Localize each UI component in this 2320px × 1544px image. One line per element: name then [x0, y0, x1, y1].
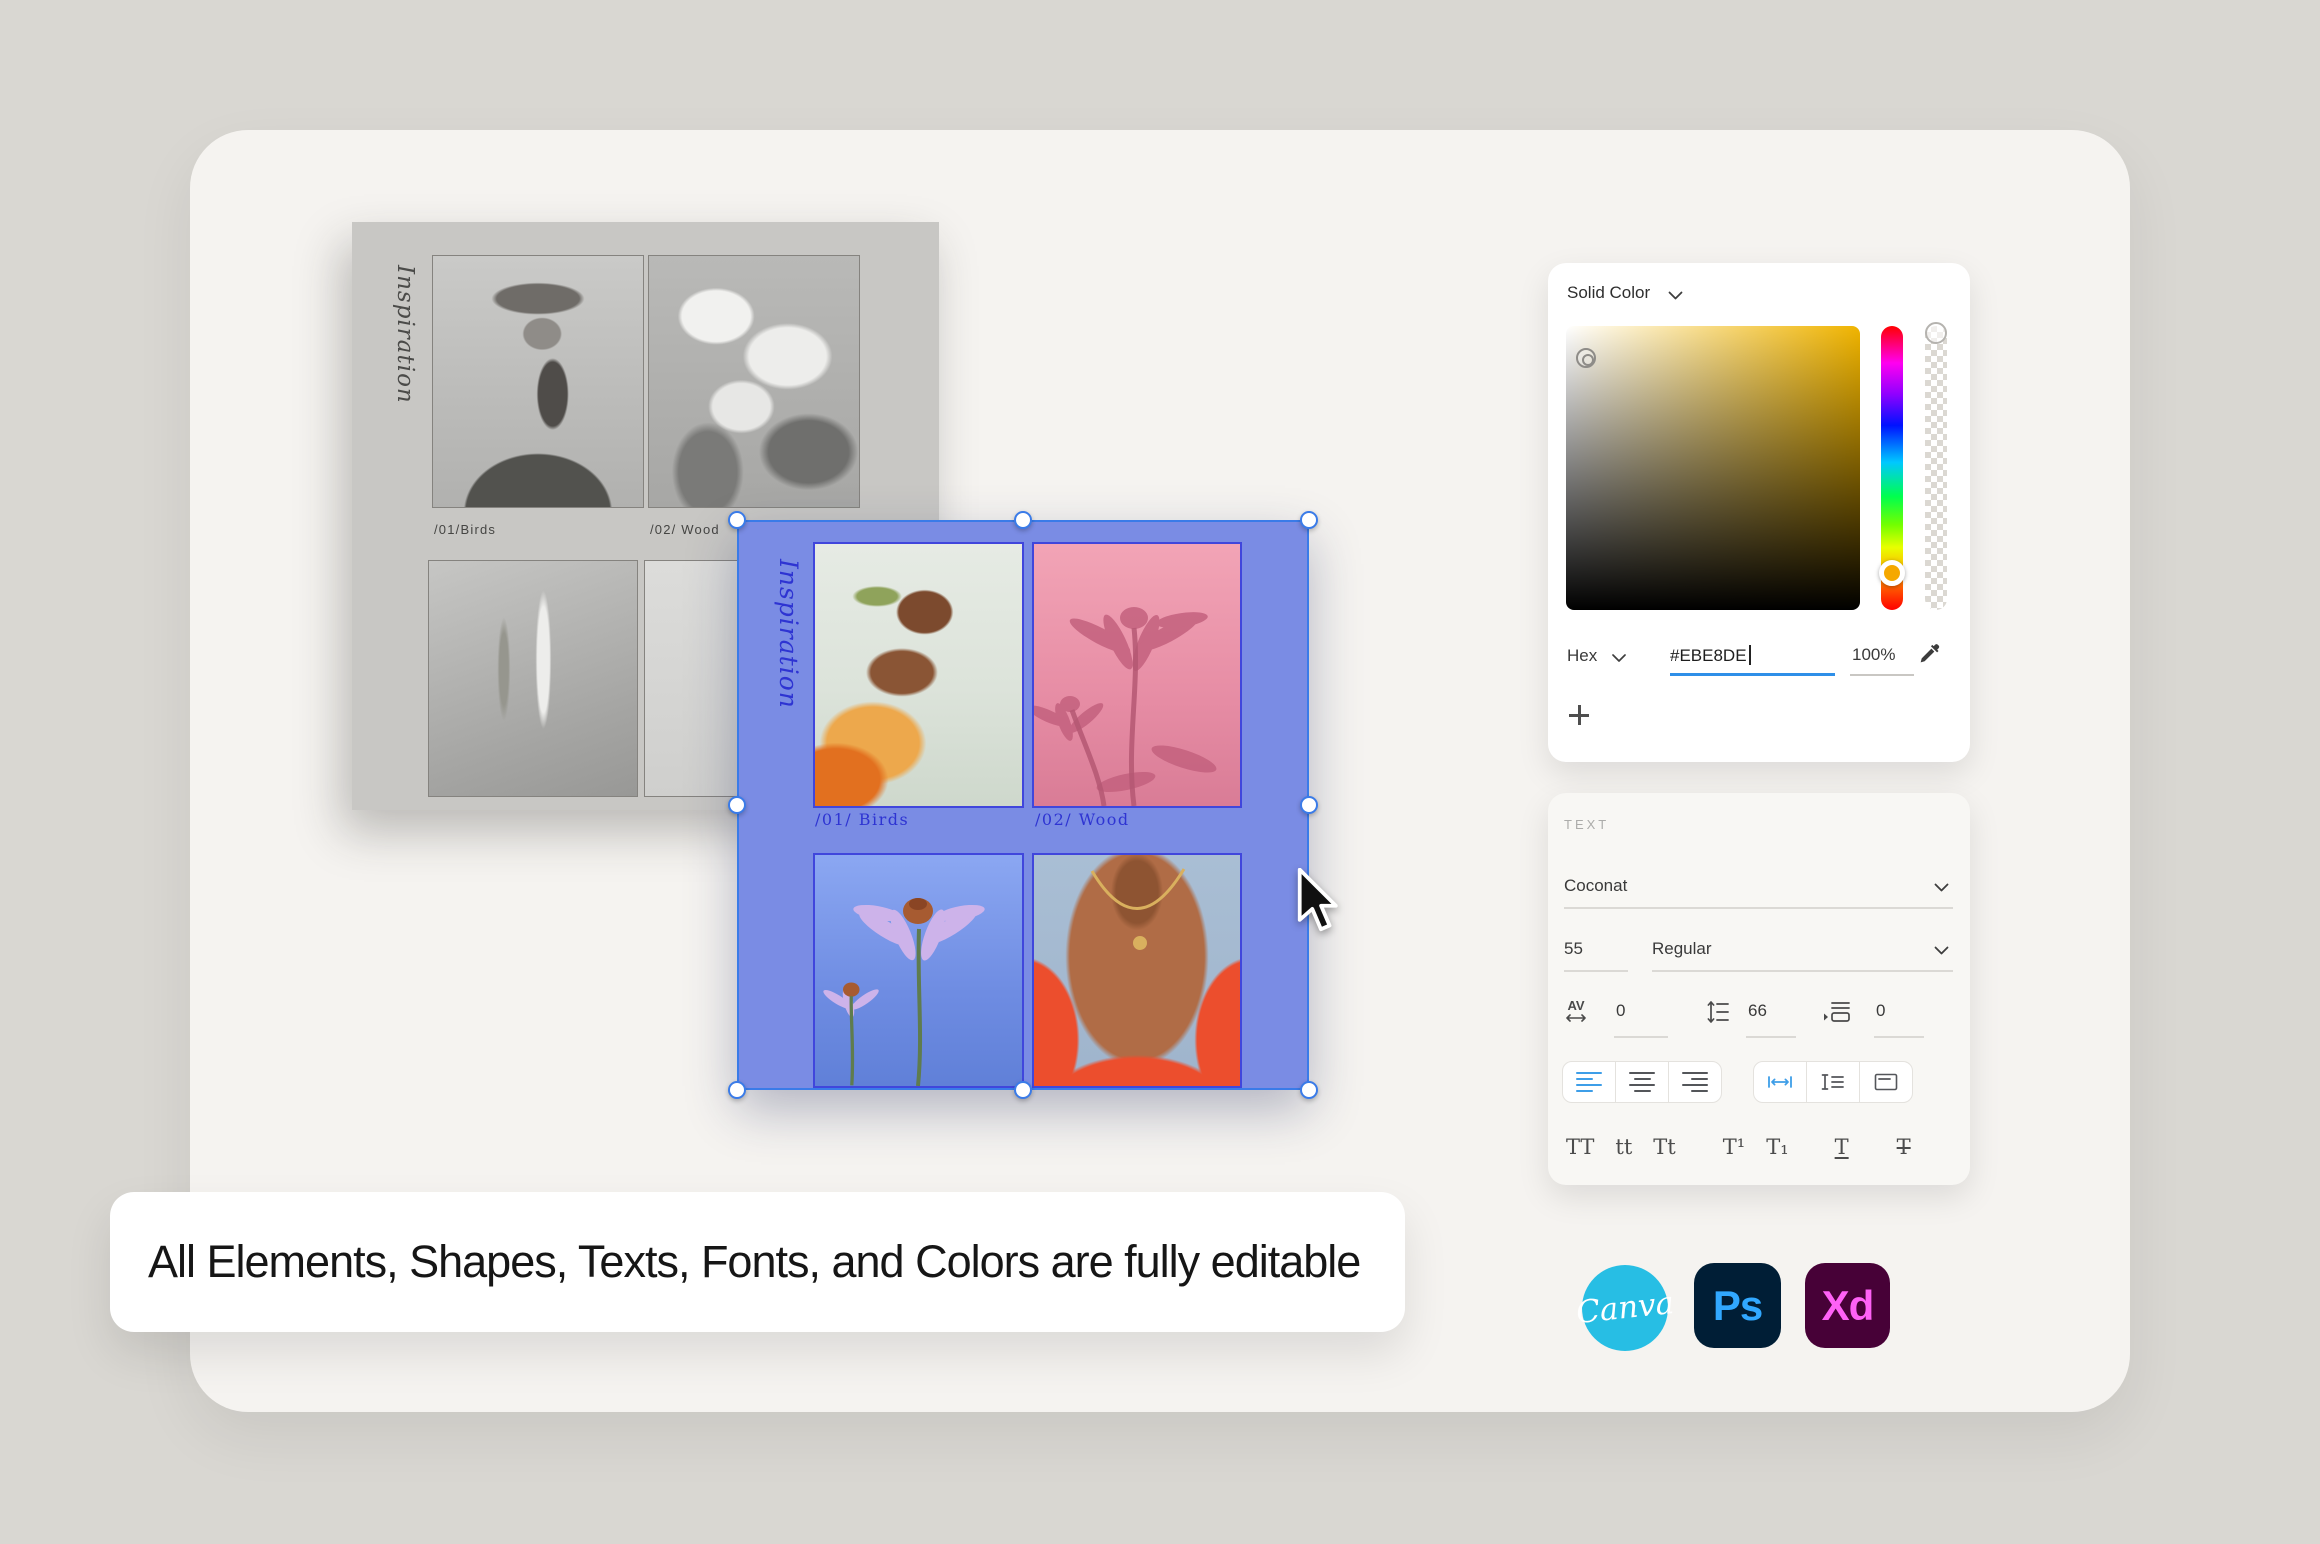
canva-logo: Canva — [1582, 1265, 1668, 1351]
gray-photo-flower-spike[interactable] — [428, 560, 638, 797]
selected-photo-coneflower[interactable] — [813, 853, 1024, 1088]
text-align-group — [1562, 1061, 1722, 1103]
caption-text: All Elements, Shapes, Texts, Fonts, and … — [148, 1236, 1360, 1288]
hex-input-underline — [1670, 673, 1835, 676]
hex-value-text: #EBE8DE — [1670, 646, 1747, 665]
canva-logo-text: Canva — [1574, 1285, 1675, 1331]
letter-spacing-icon-text: AV — [1567, 998, 1584, 1013]
auto-height-icon — [1821, 1073, 1845, 1091]
selection-handle-bottom-left[interactable] — [728, 1081, 746, 1099]
selection-handle-top-right[interactable] — [1300, 511, 1318, 529]
eyedropper-icon[interactable] — [1916, 639, 1944, 667]
align-center-icon — [1629, 1072, 1655, 1093]
uppercase-button[interactable]: TT — [1566, 1135, 1594, 1159]
photoshop-logo: Ps — [1694, 1263, 1781, 1348]
text-caret — [1749, 645, 1751, 665]
letter-spacing-underline — [1614, 1036, 1668, 1038]
letter-spacing-icon: AV — [1562, 999, 1590, 1025]
line-height-underline — [1746, 1036, 1796, 1038]
selected-label-wood: /02/ Wood — [1035, 810, 1130, 829]
selected-photo-portrait[interactable] — [813, 542, 1024, 808]
selected-photo-pink-flowers[interactable] — [1032, 542, 1242, 808]
selected-label-birds: /01/ Birds — [815, 810, 909, 829]
pink-flowers-illustration — [1034, 544, 1240, 806]
moodboard-selected[interactable]: Inspiration — [737, 520, 1309, 1090]
superscript-button[interactable]: T¹ — [1723, 1135, 1745, 1159]
font-style-underline — [1652, 970, 1953, 972]
font-size-underline — [1564, 970, 1628, 972]
selection-handle-mid-left[interactable] — [728, 796, 746, 814]
selection-handle-bottom-right[interactable] — [1300, 1081, 1318, 1099]
auto-height-button[interactable] — [1806, 1061, 1860, 1103]
add-swatch-button[interactable] — [1567, 703, 1591, 727]
titlecase-button[interactable]: Tt — [1653, 1135, 1675, 1159]
selected-board-title: Inspiration — [774, 559, 803, 709]
gray-label-birds: /01/Birds — [434, 522, 496, 537]
align-right-icon — [1682, 1072, 1708, 1093]
text-transform-row: TT tt Tt T¹ T₁ T T — [1562, 1135, 1911, 1159]
auto-width-icon — [1767, 1075, 1793, 1089]
color-mode-select[interactable]: Solid Color — [1567, 283, 1650, 303]
line-height-input[interactable]: 66 — [1748, 1001, 1767, 1021]
chevron-down-icon[interactable] — [1934, 946, 1949, 955]
line-height-icon — [1706, 999, 1730, 1025]
text-panel-header: TEXT — [1564, 817, 1609, 832]
saturation-value-handle[interactable] — [1576, 348, 1596, 368]
font-size-input[interactable]: 55 — [1564, 939, 1583, 959]
align-right-button[interactable] — [1668, 1061, 1722, 1103]
color-picker-panel: Solid Color Hex #EBE8DE 100% — [1548, 263, 1970, 762]
text-settings-panel: TEXT Coconat 55 Regular AV 0 66 — [1548, 793, 1970, 1185]
stage: Inspiration /01/Birds /02/ Wood Inspirat… — [0, 0, 2320, 1544]
subscript-button[interactable]: T₁ — [1766, 1135, 1788, 1159]
align-center-button[interactable] — [1615, 1061, 1669, 1103]
saturation-value-area[interactable] — [1566, 326, 1860, 610]
strikethrough-button[interactable]: T — [1897, 1135, 1911, 1159]
color-format-select[interactable]: Hex — [1567, 646, 1597, 666]
paragraph-spacing-underline — [1874, 1036, 1924, 1038]
text-box-sizing-group — [1753, 1061, 1913, 1103]
gray-board-title: Inspiration — [392, 265, 418, 404]
selection-handle-top-left[interactable] — [728, 511, 746, 529]
align-left-icon — [1576, 1072, 1602, 1093]
fixed-size-icon — [1874, 1073, 1898, 1091]
gray-photo-lilies[interactable] — [648, 255, 860, 508]
mouse-cursor-icon — [1294, 868, 1340, 934]
chevron-down-icon[interactable] — [1934, 883, 1949, 892]
necklace-illustration — [1034, 855, 1240, 1086]
alpha-slider[interactable] — [1925, 326, 1947, 610]
gray-label-wood: /02/ Wood — [650, 522, 720, 537]
auto-width-button[interactable] — [1753, 1061, 1807, 1103]
chevron-down-icon[interactable] — [1612, 654, 1626, 662]
font-select-underline — [1564, 907, 1953, 909]
font-style-select[interactable]: Regular — [1652, 939, 1712, 959]
selection-handle-top-center[interactable] — [1014, 511, 1032, 529]
gray-photo-portrait[interactable] — [432, 255, 644, 508]
selected-photo-necklace[interactable] — [1032, 853, 1242, 1088]
letter-spacing-input[interactable]: 0 — [1616, 1001, 1625, 1021]
paragraph-spacing-input[interactable]: 0 — [1876, 1001, 1885, 1021]
fixed-size-button[interactable] — [1859, 1061, 1913, 1103]
hue-slider-handle[interactable] — [1879, 560, 1905, 586]
adobe-xd-logo: Xd — [1805, 1263, 1890, 1348]
coneflower-illustration — [815, 855, 1022, 1086]
chevron-down-icon[interactable] — [1668, 291, 1683, 300]
photoshop-logo-text: Ps — [1713, 1282, 1762, 1330]
align-left-button[interactable] — [1562, 1061, 1616, 1103]
hex-value-input[interactable]: #EBE8DE — [1670, 645, 1751, 666]
lowercase-button[interactable]: tt — [1615, 1135, 1632, 1159]
adobe-xd-logo-text: Xd — [1822, 1282, 1874, 1330]
font-family-select[interactable]: Coconat — [1564, 876, 1627, 896]
caption-banner: All Elements, Shapes, Texts, Fonts, and … — [110, 1192, 1405, 1332]
paragraph-spacing-icon — [1822, 1000, 1852, 1025]
opacity-input[interactable]: 100% — [1852, 645, 1895, 665]
selection-handle-bottom-center[interactable] — [1014, 1081, 1032, 1099]
selection-handle-mid-right[interactable] — [1300, 796, 1318, 814]
alpha-slider-handle[interactable] — [1925, 322, 1947, 344]
underline-button[interactable]: T — [1835, 1135, 1849, 1159]
opacity-input-underline — [1850, 674, 1914, 676]
